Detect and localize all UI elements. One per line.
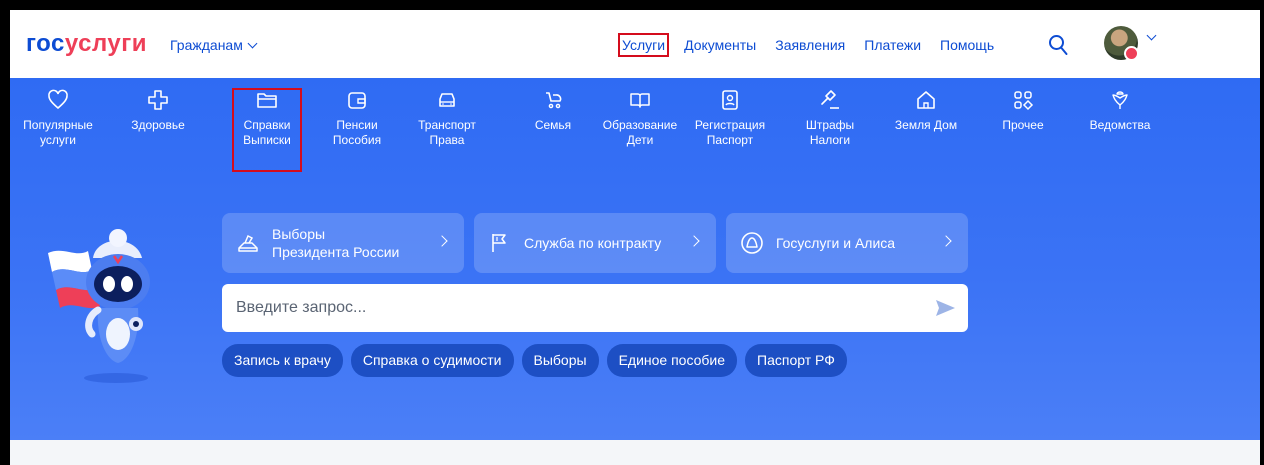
top-navigation: Услуги Документы Заявления Платежи Помощ… — [617, 33, 1013, 57]
category-land-house[interactable]: Земля Дом — [886, 88, 966, 133]
ballot-icon — [238, 234, 258, 252]
category-label: Земля Дом — [894, 118, 958, 132]
category-label-2: Налоги — [809, 133, 851, 147]
search-bar — [222, 284, 968, 332]
chip-passport[interactable]: Паспорт РФ — [745, 344, 847, 377]
category-label: Регистрация — [694, 118, 766, 132]
audience-selector[interactable]: Гражданам — [170, 37, 258, 53]
chevron-down-icon — [247, 38, 258, 48]
category-registration[interactable]: Регистрация Паспорт — [690, 88, 770, 148]
chevron-down-icon[interactable] — [1146, 30, 1157, 41]
nav-help[interactable]: Помощь — [940, 37, 994, 53]
category-row: Популярные услуги Здоровье Справки Выпис… — [10, 78, 1260, 188]
audience-label: Гражданам — [170, 37, 243, 53]
category-label: Популярные — [23, 118, 93, 132]
nav-applications[interactable]: Заявления — [775, 37, 845, 53]
category-label: Пенсии — [336, 118, 378, 132]
heart-icon — [48, 89, 68, 110]
category-transport[interactable]: Транспорт Права — [407, 88, 487, 148]
nav-payments[interactable]: Платежи — [864, 37, 921, 53]
gavel-icon — [821, 90, 839, 109]
promo-title: Выборы — [272, 226, 326, 242]
promo-contract-service[interactable]: Служба по контракту — [474, 213, 716, 273]
category-fines[interactable]: Штрафы Налоги — [790, 88, 870, 148]
chip-unified-allowance[interactable]: Единое пособие — [606, 344, 738, 377]
category-label: Справки — [243, 118, 291, 132]
category-label: Транспорт — [418, 118, 476, 132]
robot-mascot-illustration — [48, 229, 150, 383]
house-icon — [917, 91, 935, 109]
search-input[interactable] — [234, 298, 934, 318]
emblem-icon — [1112, 91, 1128, 109]
category-pensions[interactable]: Пенсии Пособия — [317, 88, 397, 148]
category-label-2: Права — [429, 133, 465, 147]
flag-icon — [492, 234, 506, 252]
chip-criminal-record[interactable]: Справка о судимости — [350, 344, 514, 377]
gosuslugi-logo[interactable]: госуслуги — [26, 30, 147, 58]
category-label: Семья — [534, 118, 572, 132]
content-area-start — [10, 440, 1260, 465]
logo-part-uslugi: услуги — [64, 30, 147, 57]
category-popular[interactable]: Популярные услуги — [18, 88, 98, 148]
chevron-right-icon — [436, 235, 448, 247]
promo-title: Служба по контракту — [524, 235, 662, 251]
logo-part-gos: гос — [26, 30, 65, 57]
category-label-2: Выписки — [243, 133, 291, 147]
category-label-2: услуги — [40, 133, 76, 147]
notification-dot — [1124, 46, 1139, 61]
wallet-icon — [348, 92, 366, 109]
category-family[interactable]: Семья — [513, 88, 593, 133]
hero-section: Популярные услуги Здоровье Справки Выпис… — [10, 78, 1260, 440]
category-certificates[interactable]: Справки Выписки — [227, 88, 307, 148]
grid-icon — [1014, 91, 1034, 111]
send-arrow-icon[interactable] — [934, 297, 956, 319]
category-other[interactable]: Прочее — [983, 88, 1063, 133]
category-education[interactable]: Образование Дети — [600, 88, 680, 148]
category-label: Здоровье — [131, 118, 185, 132]
user-avatar[interactable] — [1104, 26, 1139, 61]
book-icon — [630, 93, 650, 108]
category-label: Прочее — [1002, 118, 1044, 132]
chip-elections[interactable]: Выборы — [521, 344, 599, 377]
stroller-icon — [546, 92, 562, 109]
promo-elections[interactable]: Выборы Президента России — [222, 213, 464, 273]
category-agencies[interactable]: Ведомства — [1080, 88, 1160, 133]
category-label: Ведомства — [1089, 118, 1151, 132]
category-health[interactable]: Здоровье — [118, 88, 198, 133]
search-icon[interactable] — [1048, 34, 1068, 56]
chevron-right-icon — [688, 235, 700, 247]
passport-icon — [722, 90, 738, 110]
folder-icon — [257, 93, 277, 108]
site-header: госуслуги Гражданам Услуги Документы Зая… — [10, 10, 1260, 78]
promo-subtitle: Президента России — [272, 244, 400, 260]
chip-doctor-appointment[interactable]: Запись к врачу — [222, 344, 343, 377]
nav-documents[interactable]: Документы — [684, 37, 756, 53]
alice-icon — [741, 232, 763, 254]
promo-title: Госуслуги и Алиса — [776, 235, 896, 251]
medical-cross-icon — [148, 90, 168, 110]
category-label-2: Дети — [626, 133, 654, 147]
category-label-2: Пособия — [332, 133, 382, 147]
car-icon — [439, 93, 455, 107]
quick-chips: Запись к врачу Справка о судимости Выбор… — [222, 344, 847, 377]
chevron-right-icon — [940, 235, 952, 247]
browser-viewport: госуслуги Гражданам Услуги Документы Зая… — [0, 0, 1264, 465]
category-label: Образование — [602, 118, 678, 132]
promo-alice[interactable]: Госуслуги и Алиса — [726, 213, 968, 273]
nav-services[interactable]: Услуги — [617, 33, 670, 57]
category-label-2: Паспорт — [706, 133, 754, 147]
category-label: Штрафы — [805, 118, 855, 132]
